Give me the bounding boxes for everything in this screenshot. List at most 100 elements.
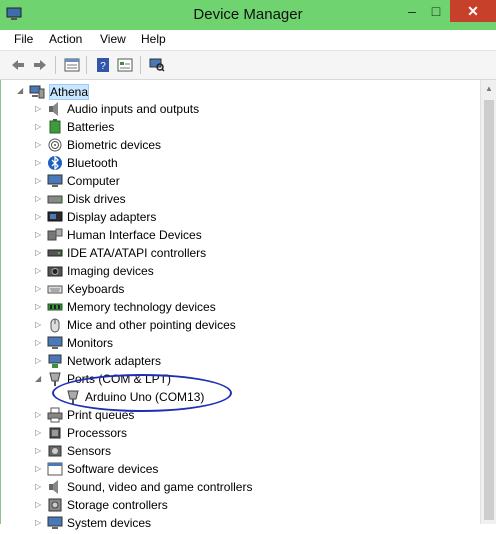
- tree-category-item[interactable]: ▷ IDE ATA/ATAPI controllers: [1, 244, 471, 262]
- disk-icon: [47, 191, 63, 207]
- fingerprint-icon: [47, 137, 63, 153]
- monitor-icon: [47, 335, 63, 351]
- expand-arrow-icon[interactable]: ▷: [35, 465, 43, 473]
- tree-category-item[interactable]: ▷ Print queues: [1, 406, 471, 424]
- expand-arrow-icon[interactable]: ▷: [35, 159, 43, 167]
- expand-arrow-icon[interactable]: ▷: [35, 411, 43, 419]
- tree-category-item[interactable]: ▷ Sound, video and game controllers: [1, 478, 471, 496]
- tree-category-item[interactable]: ▷ Monitors: [1, 334, 471, 352]
- collapse-arrow-icon[interactable]: ◢: [35, 375, 43, 383]
- tree-category-item[interactable]: ▷ Bluetooth: [1, 154, 471, 172]
- tree-category-item[interactable]: ▷ Disk drives: [1, 190, 471, 208]
- expand-arrow-icon[interactable]: ▷: [35, 249, 43, 257]
- help-icon[interactable]: ?: [93, 55, 113, 75]
- network-icon: [47, 353, 63, 369]
- tree-category-item[interactable]: ▷ Storage controllers: [1, 496, 471, 514]
- printer-icon: [47, 407, 63, 423]
- device-tree: ◢ Athena ▷ Audio inputs and outputs ▷ Batteri…: [0, 80, 481, 530]
- tree-item-label: Audio inputs and outputs: [67, 102, 200, 116]
- menu-bar: File Action View Help: [0, 30, 496, 51]
- expand-arrow-icon[interactable]: ▷: [35, 357, 43, 365]
- maximize-button[interactable]: □: [424, 0, 448, 22]
- tree-category-item[interactable]: ▷ Sensors: [1, 442, 471, 460]
- tree-item-label: Human Interface Devices: [67, 228, 202, 242]
- sensor-icon: [47, 443, 63, 459]
- camera-icon: [47, 263, 63, 279]
- tree-category-item[interactable]: ▷ System devices: [1, 514, 471, 532]
- monitor-icon: [47, 173, 63, 189]
- properties-icon[interactable]: [62, 55, 82, 75]
- tree-category-item[interactable]: ▷ Memory technology devices: [1, 298, 471, 316]
- tree-root[interactable]: ◢ Athena: [1, 82, 471, 100]
- menu-view[interactable]: View: [100, 32, 126, 46]
- tree-item-label: Network adapters: [67, 354, 162, 368]
- minimize-button[interactable]: –: [400, 0, 424, 22]
- bluetooth-icon: [47, 155, 63, 171]
- expand-arrow-icon[interactable]: ▷: [35, 141, 43, 149]
- tree-category-item[interactable]: ▷ Audio inputs and outputs: [1, 100, 471, 118]
- expand-arrow-icon[interactable]: ▷: [35, 105, 43, 113]
- tree-category-item[interactable]: ▷ Software devices: [1, 460, 471, 478]
- tree-category-item[interactable]: ▷ Network adapters: [1, 352, 471, 370]
- tree-item-label: Bluetooth: [67, 156, 118, 170]
- tree-item-label: Computer: [67, 174, 120, 188]
- menu-action[interactable]: Action: [49, 32, 82, 46]
- vertical-scrollbar[interactable]: ▲: [480, 80, 496, 524]
- collapse-arrow-icon[interactable]: ◢: [17, 87, 25, 95]
- tree-item-label: Biometric devices: [67, 138, 162, 152]
- tree-category-item[interactable]: ▷ Computer: [1, 172, 471, 190]
- tree-item-label: Processors: [67, 426, 128, 440]
- expand-arrow-icon[interactable]: ▷: [35, 321, 43, 329]
- expand-arrow-icon[interactable]: ▷: [35, 447, 43, 455]
- display-adapter-icon: [47, 209, 63, 225]
- tree-item-label: Batteries: [67, 120, 115, 134]
- expand-arrow-icon[interactable]: ▷: [35, 519, 43, 527]
- speaker-icon: [47, 479, 63, 495]
- tree-item-label: IDE ATA/ATAPI controllers: [67, 246, 207, 260]
- expand-arrow-icon[interactable]: ▷: [35, 429, 43, 437]
- tree-category-item[interactable]: ▷ Mice and other pointing devices: [1, 316, 471, 334]
- tree-category-item[interactable]: ▷ Display adapters: [1, 208, 471, 226]
- memory-icon: [47, 299, 63, 315]
- expand-arrow-icon[interactable]: ▷: [35, 213, 43, 221]
- expand-arrow-icon[interactable]: ▷: [35, 501, 43, 509]
- forward-arrow-icon[interactable]: [30, 55, 50, 75]
- tree-category-item[interactable]: ▷ Processors: [1, 424, 471, 442]
- expand-arrow-icon[interactable]: ▷: [35, 195, 43, 203]
- expand-arrow-icon[interactable]: ▷: [35, 483, 43, 491]
- expand-arrow-icon[interactable]: ▷: [35, 339, 43, 347]
- tree-item-label: Keyboards: [67, 282, 125, 296]
- tree-item-label: Mice and other pointing devices: [67, 318, 236, 332]
- hid-icon: [47, 227, 63, 243]
- tree-category-item[interactable]: ▷ Biometric devices: [1, 136, 471, 154]
- expand-arrow-icon[interactable]: ▷: [35, 231, 43, 239]
- tree-category-item[interactable]: ▷ Imaging devices: [1, 262, 471, 280]
- tree-item-label: Software devices: [67, 462, 159, 476]
- scan-hardware-icon[interactable]: [147, 55, 167, 75]
- tree-item-label: Disk drives: [67, 192, 126, 206]
- back-arrow-icon[interactable]: [8, 55, 28, 75]
- menu-file[interactable]: File: [14, 32, 33, 46]
- storage-icon: [47, 497, 63, 513]
- expand-arrow-icon[interactable]: ▷: [35, 303, 43, 311]
- tree-category-item[interactable]: ▷ Keyboards: [1, 280, 471, 298]
- ide-icon: [47, 245, 63, 261]
- svg-text:?: ?: [100, 61, 106, 72]
- software-icon: [47, 461, 63, 477]
- expand-arrow-icon[interactable]: ▷: [35, 123, 43, 131]
- close-button[interactable]: ✕: [450, 0, 496, 22]
- expand-arrow-icon[interactable]: ▷: [35, 177, 43, 185]
- keyboard-icon: [47, 281, 63, 297]
- tree-item-label: Athena: [49, 84, 90, 100]
- tree-item-label: Display adapters: [67, 210, 157, 224]
- monitor-icon: [47, 515, 63, 531]
- expand-arrow-icon[interactable]: ▷: [35, 285, 43, 293]
- scroll-up-icon[interactable]: ▲: [485, 84, 493, 93]
- tree-category-item[interactable]: ▷ Human Interface Devices: [1, 226, 471, 244]
- menu-help[interactable]: Help: [141, 32, 166, 46]
- tree-item-label: Memory technology devices: [67, 300, 216, 314]
- show-hidden-icon[interactable]: [115, 55, 135, 75]
- tree-category-item[interactable]: ▷ Batteries: [1, 118, 471, 136]
- scrollbar-thumb[interactable]: [484, 100, 494, 520]
- expand-arrow-icon[interactable]: ▷: [35, 267, 43, 275]
